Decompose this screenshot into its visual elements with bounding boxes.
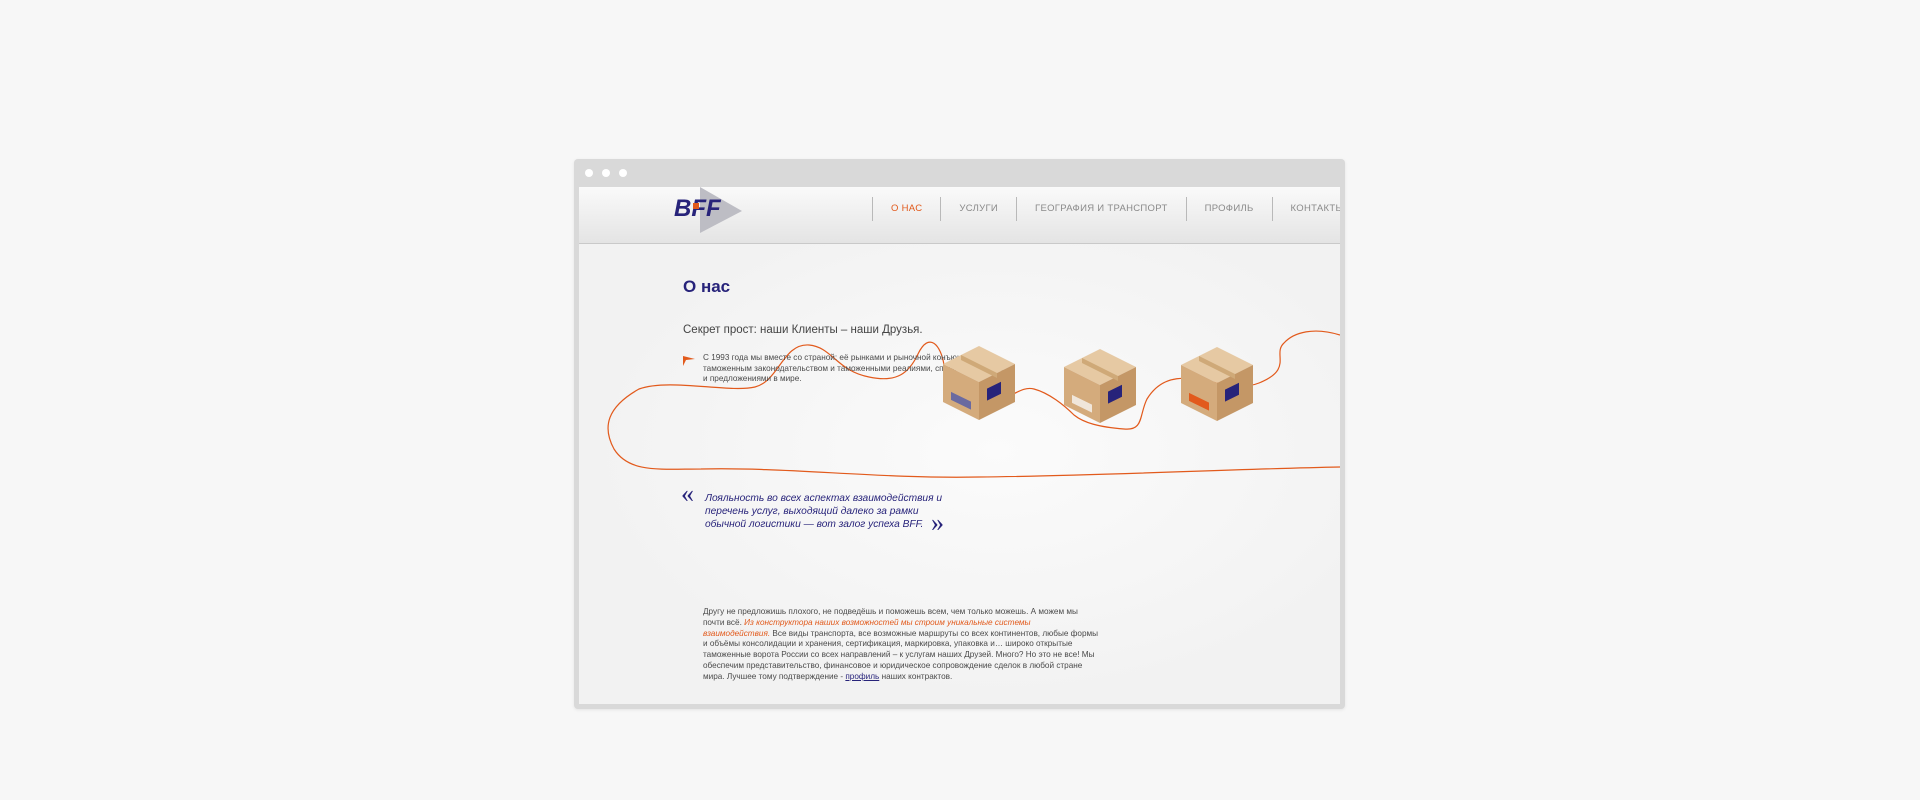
nav-item-contacts[interactable]: КОНТАКТЫ xyxy=(1273,197,1340,221)
web-page: BFF О НАС УСЛУГИ ГЕОГРАФИЯ И ТРАНСПОРТ П… xyxy=(579,187,1340,704)
body-paragraph: Другу не предложишь плохого, не подведёш… xyxy=(703,607,1098,683)
bff-logo[interactable]: BFF xyxy=(672,187,752,235)
box-icon xyxy=(1181,347,1253,421)
profile-link[interactable]: профиль xyxy=(845,672,879,681)
body-text-part: наших контрактов. xyxy=(881,671,953,681)
browser-window: BFF О НАС УСЛУГИ ГЕОГРАФИЯ И ТРАНСПОРТ П… xyxy=(574,159,1345,709)
arrow-flag-icon xyxy=(683,356,695,366)
window-dot xyxy=(619,169,627,177)
nav-item-about[interactable]: О НАС xyxy=(873,197,940,221)
nav-item-profile[interactable]: ПРОФИЛЬ xyxy=(1187,197,1272,221)
main-nav: О НАС УСЛУГИ ГЕОГРАФИЯ И ТРАНСПОРТ ПРОФИ… xyxy=(872,197,1340,221)
page-subtitle: Секрет прост: наши Клиенты – наши Друзья… xyxy=(683,324,923,336)
box-icon xyxy=(943,346,1015,420)
page-title: О нас xyxy=(683,277,731,296)
nav-item-geography[interactable]: ГЕОГРАФИЯ И ТРАНСПОРТ xyxy=(1017,197,1186,221)
site-header: BFF О НАС УСЛУГИ ГЕОГРАФИЯ И ТРАНСПОРТ П… xyxy=(579,187,1340,244)
quote-close-mark: » xyxy=(931,508,944,537)
quote-text: Лояльность во всех аспектах взаимодейств… xyxy=(705,493,943,530)
window-dot xyxy=(585,169,593,177)
window-dot xyxy=(602,169,610,177)
browser-title-bar xyxy=(574,159,1345,187)
quote-open-mark: « xyxy=(681,479,694,508)
nav-item-services[interactable]: УСЛУГИ xyxy=(941,197,1016,221)
box-icon xyxy=(1064,349,1136,423)
